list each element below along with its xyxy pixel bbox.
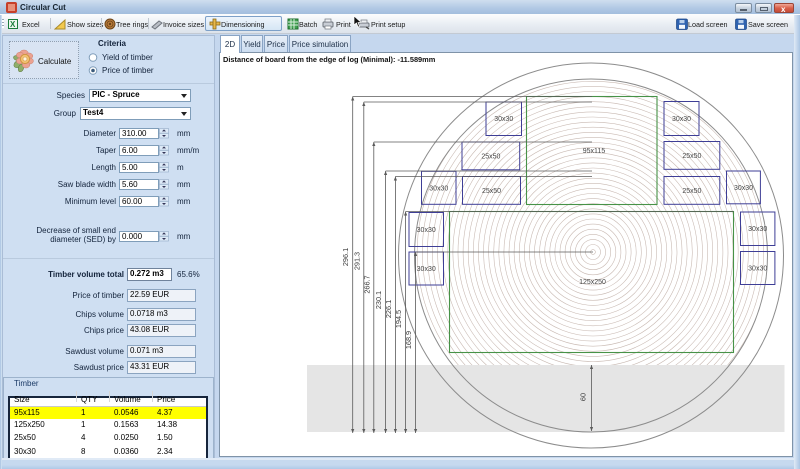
svg-text:194.5: 194.5 bbox=[394, 310, 403, 328]
svg-text:296.1: 296.1 bbox=[341, 248, 350, 266]
svg-text:30x30: 30x30 bbox=[417, 227, 436, 234]
svg-text:30x30: 30x30 bbox=[672, 116, 691, 123]
svg-text:291.3: 291.3 bbox=[352, 252, 361, 270]
svg-text:60: 60 bbox=[579, 393, 588, 401]
svg-text:30x30: 30x30 bbox=[748, 226, 767, 233]
svg-text:25x50: 25x50 bbox=[481, 153, 500, 160]
svg-text:25x50: 25x50 bbox=[482, 188, 501, 195]
svg-text:30x30: 30x30 bbox=[734, 185, 753, 192]
svg-text:30x30: 30x30 bbox=[417, 266, 436, 273]
svg-text:30x30: 30x30 bbox=[748, 266, 767, 273]
svg-text:30x30: 30x30 bbox=[494, 116, 513, 123]
svg-text:25x50: 25x50 bbox=[682, 153, 701, 160]
svg-text:230.1: 230.1 bbox=[374, 291, 383, 309]
svg-text:266.7: 266.7 bbox=[362, 275, 371, 293]
svg-text:25x50: 25x50 bbox=[682, 188, 701, 195]
svg-text:226.1: 226.1 bbox=[384, 300, 393, 318]
svg-text:168.9: 168.9 bbox=[404, 331, 413, 349]
svg-text:30x30: 30x30 bbox=[429, 185, 448, 192]
svg-text:95x115: 95x115 bbox=[583, 148, 606, 155]
svg-text:125x250: 125x250 bbox=[579, 279, 606, 286]
